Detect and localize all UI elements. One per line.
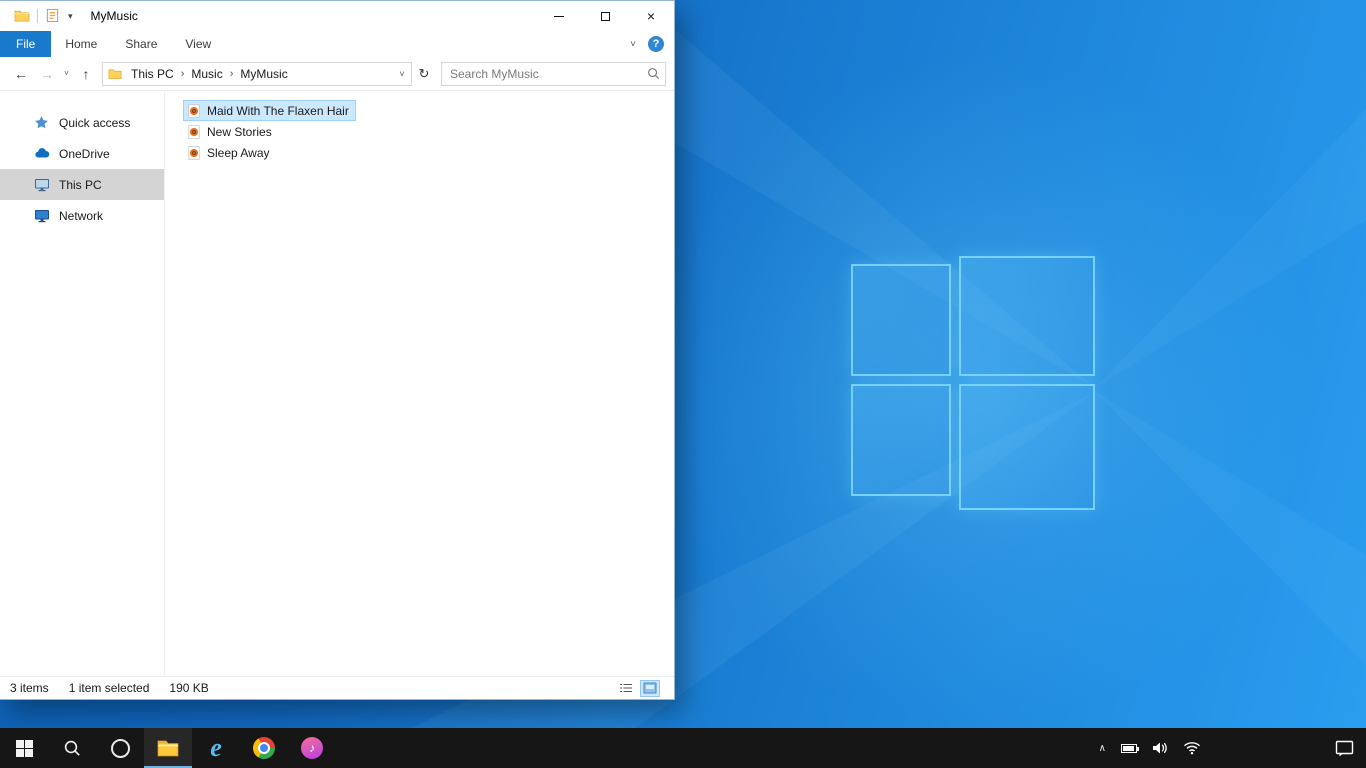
window-title: MyMusic [90,9,138,23]
sidebar-item-label: Quick access [59,115,131,130]
chrome-icon [253,737,275,759]
windows-logo-pane [959,256,1095,376]
toolbar-separator [37,9,38,23]
navigation-pane: Quick access OneDrive This PC Network [0,91,165,676]
minimize-icon [554,15,564,17]
file-name: New Stories [207,124,272,139]
sidebar-item-this-pc[interactable]: This PC [0,169,164,200]
sidebar-item-onedrive[interactable]: OneDrive [0,138,164,169]
search-icon[interactable] [641,67,665,80]
tab-share[interactable]: Share [111,31,171,57]
customize-toolbar-chevron-icon[interactable]: ▾ [68,11,73,22]
system-tray: ∧ [1099,728,1366,768]
large-icons-view-button[interactable] [640,679,660,697]
internet-explorer-icon: e [210,733,222,762]
breadcrumb-this-pc[interactable]: This PC [124,67,181,81]
tab-home[interactable]: Home [51,31,111,57]
chrome-button[interactable] [240,728,288,768]
tab-view[interactable]: View [171,31,225,57]
sidebar-item-quick-access[interactable]: Quick access [0,107,164,138]
close-button[interactable]: × [628,1,674,31]
file-explorer-icon [157,740,179,757]
battery-icon[interactable] [1121,743,1139,753]
music-file-icon [187,145,201,160]
forward-button[interactable]: → [34,66,60,82]
file-item[interactable]: Maid With The Flaxen Hair [183,100,356,121]
sidebar-item-label: OneDrive [59,146,110,161]
search-box [441,61,666,86]
minimize-button[interactable] [536,1,582,31]
windows-logo-pane [959,384,1095,510]
file-explorer-window: ▾ MyMusic × File Home Share View ˅ ? ← →… [0,0,675,700]
window-controls: × [536,1,674,31]
maximize-button[interactable] [582,1,628,31]
selection-size: 190 KB [169,681,209,695]
properties-icon[interactable] [45,8,61,24]
taskbar-file-explorer-button[interactable] [144,728,192,768]
address-bar[interactable]: This PC › Music › MyMusic ˅ [102,61,412,86]
windows-logo-pane [851,264,951,376]
file-list: Maid With The Flaxen Hair New Stories Sl… [165,91,674,676]
quick-access-star-icon [34,115,50,131]
sidebar-item-network[interactable]: Network [0,200,164,231]
quick-access-toolbar: ▾ [0,8,73,24]
folder-icon [108,67,122,81]
file-name: Sleep Away [207,145,270,160]
navigation-bar: ← → ˅ ↑ This PC › Music › MyMusic ˅ ↻ [0,57,674,91]
cortana-icon [110,738,130,758]
taskbar-search-button[interactable] [48,728,96,768]
search-input[interactable] [442,66,641,81]
wifi-icon[interactable] [1183,741,1201,755]
status-bar: 3 items 1 item selected 190 KB [0,676,674,699]
ribbon-tab-bar: File Home Share View ˅ ? [0,31,674,57]
volume-icon[interactable] [1152,741,1168,755]
desktop: ▾ MyMusic × File Home Share View ˅ ? ← →… [0,0,1366,768]
address-dropdown-chevron-icon[interactable]: ˅ [393,69,411,79]
up-button[interactable]: ↑ [73,66,99,82]
expand-ribbon-chevron-icon[interactable]: ˅ [630,39,636,50]
action-center-icon[interactable] [1335,740,1354,757]
details-view-button[interactable] [616,680,636,697]
recent-locations-chevron-icon[interactable]: ˅ [60,69,73,78]
selection-count: 1 item selected [68,681,150,695]
tab-file[interactable]: File [0,31,52,57]
file-item[interactable]: Sleep Away [183,142,277,163]
title-bar[interactable]: ▾ MyMusic × [0,1,674,31]
maximize-icon [600,11,610,21]
search-icon [64,740,80,756]
this-pc-icon [34,177,50,193]
view-toggles [616,679,664,697]
file-item[interactable]: New Stories [183,121,279,142]
item-count: 3 items [10,681,49,695]
breadcrumb-mymusic[interactable]: MyMusic [233,67,294,81]
network-icon [34,208,50,224]
sidebar-item-label: Network [59,208,104,223]
breadcrumb-music[interactable]: Music [184,67,229,81]
back-button[interactable]: ← [8,66,34,82]
windows-logo-pane [851,384,951,496]
internet-explorer-button[interactable]: e [192,728,240,768]
music-file-icon [187,103,201,118]
folder-icon [14,8,30,24]
refresh-button[interactable]: ↻ [412,62,436,86]
cortana-button[interactable] [96,728,144,768]
itunes-button[interactable]: ♪ [288,728,336,768]
itunes-icon: ♪ [301,737,323,759]
taskbar: e ♪ ∧ [0,728,1366,768]
onedrive-cloud-icon [34,146,50,162]
music-file-icon [187,124,201,139]
help-button[interactable]: ? [648,36,664,52]
sidebar-item-label: This PC [59,177,102,192]
windows-start-icon [15,739,33,757]
file-name: Maid With The Flaxen Hair [207,103,349,118]
start-button[interactable] [0,728,48,768]
hidden-icons-chevron-icon[interactable]: ∧ [1099,743,1106,754]
windows-logo-wallpaper [845,252,1101,516]
